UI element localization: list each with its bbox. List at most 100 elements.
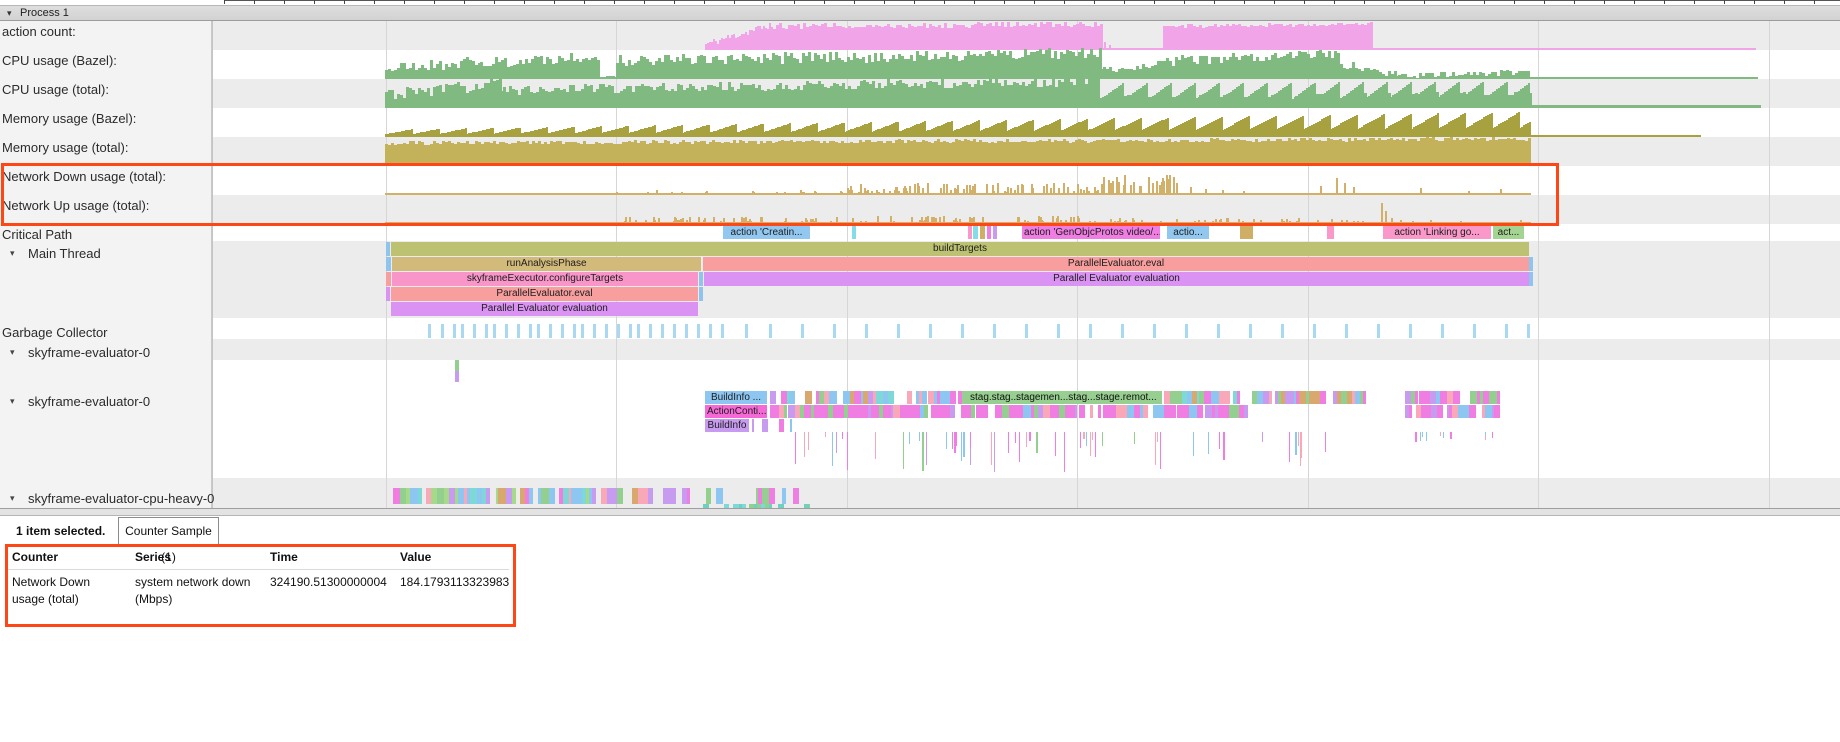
gc-tick[interactable] xyxy=(1185,324,1188,338)
trace-slice[interactable] xyxy=(386,287,390,301)
track-label[interactable]: Memory usage (Bazel): xyxy=(2,111,136,126)
trace-slice[interactable]: Parallel Evaluator evaluation xyxy=(391,302,698,316)
trace-slice[interactable] xyxy=(1002,405,1009,418)
trace-slice[interactable] xyxy=(1008,432,1009,453)
trace-slice[interactable] xyxy=(876,391,883,404)
trace-slice[interactable]: ParallelEvaluator.eval xyxy=(703,257,1529,271)
trace-slice[interactable] xyxy=(842,432,843,439)
trace-slice[interactable] xyxy=(1086,432,1087,446)
trace-slice[interactable] xyxy=(851,405,858,418)
gc-tick[interactable] xyxy=(1249,324,1252,338)
trace-slice[interactable] xyxy=(968,226,972,239)
trace-slice[interactable] xyxy=(970,432,971,447)
trace-slice[interactable] xyxy=(790,419,792,432)
trace-slice[interactable] xyxy=(919,432,920,441)
trace-slice[interactable] xyxy=(790,391,795,404)
trace-slice[interactable] xyxy=(1092,432,1093,440)
trace-slice[interactable] xyxy=(1440,432,1441,436)
trace-slice[interactable] xyxy=(961,432,962,461)
gc-tick[interactable] xyxy=(833,324,836,338)
trace-slice[interactable] xyxy=(804,405,811,418)
gc-tick[interactable] xyxy=(685,324,688,338)
trace-slice[interactable] xyxy=(1300,432,1301,466)
trace-slice[interactable]: BuildInfo ... xyxy=(705,391,767,404)
gc-tick[interactable] xyxy=(561,324,564,338)
gc-tick[interactable] xyxy=(581,324,584,338)
trace-slice[interactable] xyxy=(770,391,776,404)
trace-slice[interactable] xyxy=(1443,432,1444,438)
trace-slice[interactable] xyxy=(944,405,951,418)
gc-tick[interactable] xyxy=(529,324,532,338)
gc-tick[interactable] xyxy=(617,324,620,338)
trace-slice[interactable] xyxy=(1450,432,1452,438)
trace-slice[interactable] xyxy=(1420,432,1421,441)
gc-tick[interactable] xyxy=(537,324,540,338)
cell-value[interactable]: 184.1793113323983 xyxy=(400,574,509,591)
trace-slice[interactable] xyxy=(1157,432,1158,442)
track-label[interactable]: Memory usage (total): xyxy=(2,140,128,155)
gc-tick[interactable] xyxy=(993,324,996,338)
trace-slice[interactable] xyxy=(779,419,784,432)
trace-slice[interactable]: Parallel Evaluator evaluation xyxy=(704,272,1529,286)
gc-tick[interactable] xyxy=(473,324,476,338)
track-label[interactable]: CPU usage (Bazel): xyxy=(2,53,117,68)
gc-tick[interactable] xyxy=(549,324,552,338)
trace-slice[interactable] xyxy=(455,360,459,371)
trace-slice[interactable] xyxy=(909,432,910,444)
trace-slice[interactable] xyxy=(808,432,809,450)
gc-tick[interactable] xyxy=(929,324,932,338)
trace-slice[interactable] xyxy=(937,405,944,418)
gc-tick[interactable] xyxy=(1121,324,1124,338)
trace-slice[interactable] xyxy=(907,391,911,404)
gc-tick[interactable] xyxy=(1473,324,1476,338)
gc-tick[interactable] xyxy=(697,324,700,338)
trace-slice[interactable] xyxy=(1193,432,1194,456)
trace-slice[interactable]: runAnalysisPhase xyxy=(392,257,701,271)
trace-slice[interactable] xyxy=(1160,432,1161,469)
trace-slice[interactable] xyxy=(386,257,391,271)
trace-slice[interactable] xyxy=(1080,432,1081,448)
trace-slice[interactable] xyxy=(1223,432,1225,460)
trace-slice[interactable] xyxy=(1327,226,1334,239)
trace-slice[interactable] xyxy=(861,405,868,418)
trace-slice[interactable] xyxy=(648,488,653,504)
track-label[interactable]: CPU usage (total): xyxy=(2,82,109,97)
trace-slice[interactable] xyxy=(1064,432,1065,472)
trace-slice[interactable] xyxy=(963,432,965,457)
trace-slice[interactable] xyxy=(843,391,850,404)
trace-slice[interactable] xyxy=(1437,405,1442,418)
trace-slice[interactable] xyxy=(470,488,477,504)
trace-slice[interactable] xyxy=(946,432,947,449)
trace-slice[interactable] xyxy=(437,488,444,504)
trace-slice[interactable] xyxy=(852,226,856,239)
gc-tick[interactable] xyxy=(1089,324,1092,338)
trace-slice[interactable]: buildTargets xyxy=(391,242,1529,256)
trace-slice[interactable] xyxy=(832,432,833,466)
track-label[interactable]: skyframe-evaluator-0 xyxy=(28,394,150,409)
track-label[interactable]: Network Down usage (total): xyxy=(2,169,166,184)
trace-slice[interactable] xyxy=(994,432,995,472)
trace-slice[interactable] xyxy=(769,488,775,504)
col-header-counter[interactable]: Counter xyxy=(12,550,58,564)
trace-slice[interactable] xyxy=(1055,432,1056,456)
trace-slice[interactable] xyxy=(987,226,991,239)
trace-slice[interactable] xyxy=(529,488,533,504)
trace-slice[interactable] xyxy=(956,432,957,446)
trace-slice[interactable] xyxy=(1075,405,1077,418)
trace-slice[interactable]: act... xyxy=(1493,226,1524,239)
track-label[interactable]: action count: xyxy=(2,24,76,39)
trace-slice[interactable] xyxy=(418,488,422,504)
trace-slice[interactable] xyxy=(1469,405,1476,418)
trace-slice[interactable] xyxy=(1134,432,1135,444)
trace-slice[interactable] xyxy=(1529,257,1533,271)
trace-slice[interactable] xyxy=(1219,432,1220,449)
trace-slice[interactable] xyxy=(836,432,837,453)
trace-slice[interactable] xyxy=(752,419,754,432)
gc-tick[interactable] xyxy=(637,324,640,338)
track-label[interactable]: skyframe-evaluator-cpu-heavy-0 xyxy=(28,491,214,506)
cell-series[interactable]: system network down (Mbps) xyxy=(135,574,265,608)
trace-slice[interactable] xyxy=(386,272,391,286)
trace-slice[interactable] xyxy=(1237,391,1240,404)
trace-slice[interactable] xyxy=(805,391,811,404)
trace-slice[interactable] xyxy=(1299,391,1305,404)
